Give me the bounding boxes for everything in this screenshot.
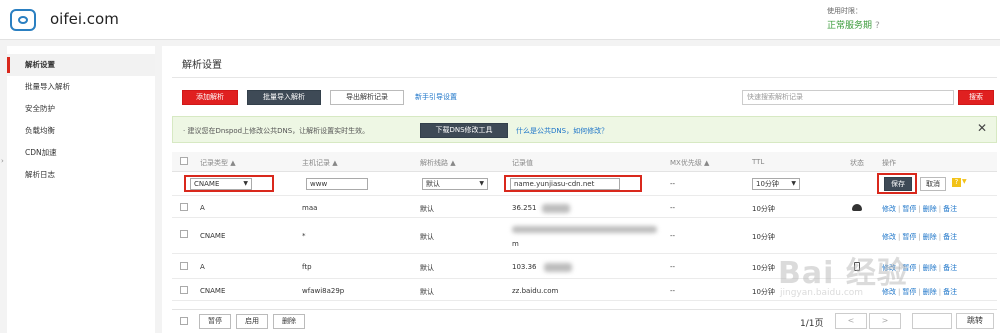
edit-link[interactable]: 修改: [882, 205, 896, 213]
col-host[interactable]: 主机记录 ▲: [302, 158, 338, 168]
select-all-checkbox[interactable]: [180, 157, 188, 165]
record-ttl: 10分钟: [752, 205, 775, 213]
top-bar: oifei.com 使用时限： 正常服务期?: [0, 0, 1000, 40]
sidebar-item-batch-import[interactable]: 批量导入解析: [7, 76, 155, 98]
public-dns-help-link[interactable]: 什么是公共DNS，如何修改？: [516, 126, 608, 136]
notice-banner: · 建议您在Dnspod上修改公共DNS，让解析设置实时生效。 下载DNS修改工…: [172, 116, 997, 143]
sidebar-item-load-balance[interactable]: 负载均衡: [7, 120, 155, 142]
redacted-value: [512, 226, 657, 233]
service-status: 正常服务期?: [827, 18, 880, 31]
table-header: 记录类型 ▲ 主机记录 ▲ 解析线路 ▲ 记录值 MX优先级 ▲ TTL 状态 …: [172, 152, 997, 172]
row-checkbox[interactable]: [180, 262, 188, 270]
download-dns-tool-button[interactable]: 下载DNS修改工具: [420, 123, 508, 138]
chevron-down-icon[interactable]: ▼: [962, 178, 967, 185]
logo-icon: [10, 9, 36, 31]
record-host: *: [302, 232, 306, 240]
pause-button[interactable]: 暂停: [199, 314, 231, 329]
redacted-value: [542, 204, 570, 213]
enable-button[interactable]: 启用: [236, 314, 268, 329]
help-icon[interactable]: ?: [952, 178, 961, 187]
record-type: CNAME: [200, 232, 226, 240]
delete-link[interactable]: 删除: [923, 205, 937, 213]
col-line[interactable]: 解析线路 ▲: [420, 158, 456, 168]
note-link[interactable]: 备注: [943, 205, 957, 213]
record-mx: --: [670, 263, 676, 271]
cancel-button[interactable]: 取消: [920, 177, 946, 191]
record-mx: --: [670, 287, 676, 295]
sidebar-item-security[interactable]: 安全防护: [7, 98, 155, 120]
col-type[interactable]: 记录类型 ▲: [200, 158, 236, 168]
ttl-select[interactable]: 10分钟 ▼: [752, 178, 800, 190]
watermark-text: Bai 经验: [778, 256, 908, 291]
record-line: 默认: [420, 288, 434, 296]
record-host: maa: [302, 204, 318, 212]
record-host: ftp: [302, 263, 312, 271]
sidebar: 解析设置 批量导入解析 安全防护 负载均衡 CDN加速 解析日志: [7, 46, 155, 333]
record-value: zz.baidu.com: [512, 287, 559, 295]
help-icon[interactable]: ?: [875, 21, 880, 31]
cloud-icon[interactable]: [852, 204, 862, 211]
export-button[interactable]: 导出解析记录: [330, 90, 404, 105]
select-all-checkbox-bottom[interactable]: [180, 317, 188, 325]
record-type: A: [200, 204, 205, 212]
highlight-save: [877, 173, 917, 194]
delete-button[interactable]: 删除: [273, 314, 305, 329]
record-value: 103.36: [512, 263, 537, 271]
close-icon[interactable]: ✕: [977, 121, 987, 135]
title-divider: [172, 77, 997, 78]
brand-name: oifei.com: [50, 10, 119, 28]
search-input[interactable]: 快速搜索解析记录: [742, 90, 954, 105]
search-button[interactable]: 搜索: [958, 90, 994, 105]
col-mx[interactable]: MX优先级 ▲: [670, 158, 709, 168]
record-value: m: [512, 240, 519, 248]
sidebar-item-dns-log[interactable]: 解析日志: [7, 164, 155, 186]
record-type: A: [200, 263, 205, 271]
record-type: CNAME: [200, 287, 226, 295]
record-host: wfawi8a29p: [302, 287, 345, 295]
host-input[interactable]: www: [306, 178, 368, 190]
page-title: 解析设置: [182, 60, 222, 71]
record-line: 默认: [420, 264, 434, 272]
edit-row: CNAME ▼ www 默认 ▼ name.yunjiasu-cdn.net -- …: [172, 172, 997, 196]
redacted-value: [544, 263, 572, 272]
baidu-watermark: Bai 经验 jingyan.baidu.com: [760, 240, 990, 325]
col-ttl: TTL: [752, 158, 765, 166]
record-mx: --: [670, 232, 676, 240]
col-ops: 操作: [882, 159, 896, 167]
pause-link[interactable]: 暂停: [902, 205, 916, 213]
service-value: 正常服务期: [827, 21, 873, 31]
record-line: 默认: [420, 205, 434, 213]
mx-value: --: [670, 180, 676, 188]
guide-link[interactable]: 新手引导设置: [415, 92, 457, 102]
row-checkbox[interactable]: [180, 286, 188, 294]
record-value: 36.251: [512, 204, 537, 212]
line-select[interactable]: 默认 ▼: [422, 178, 488, 190]
highlight-type: [184, 175, 274, 192]
col-value: 记录值: [512, 159, 533, 167]
col-status: 状态: [850, 159, 864, 167]
watermark-url: jingyan.baidu.com: [780, 288, 864, 298]
sidebar-collapse-icon[interactable]: ›: [1, 157, 4, 165]
sidebar-item-dns-settings[interactable]: 解析设置: [7, 54, 155, 76]
highlight-value: [504, 175, 642, 192]
sidebar-item-cdn[interactable]: CDN加速: [7, 142, 155, 164]
row-actions: 修改 | 暂停 | 删除 | 备注: [882, 205, 958, 213]
record-line: 默认: [420, 233, 434, 241]
batch-import-button[interactable]: 批量导入解析: [247, 90, 321, 105]
add-record-button[interactable]: 添加解析: [182, 90, 238, 105]
table-row: A maa 默认 36.251 -- 10分钟 修改 | 暂停 | 删除 | 备注: [172, 196, 997, 218]
record-mx: --: [670, 204, 676, 212]
row-checkbox[interactable]: [180, 230, 188, 238]
row-checkbox[interactable]: [180, 203, 188, 211]
notice-text: · 建议您在Dnspod上修改公共DNS，让解析设置实时生效。: [183, 127, 370, 135]
service-label: 使用时限：: [827, 7, 862, 15]
